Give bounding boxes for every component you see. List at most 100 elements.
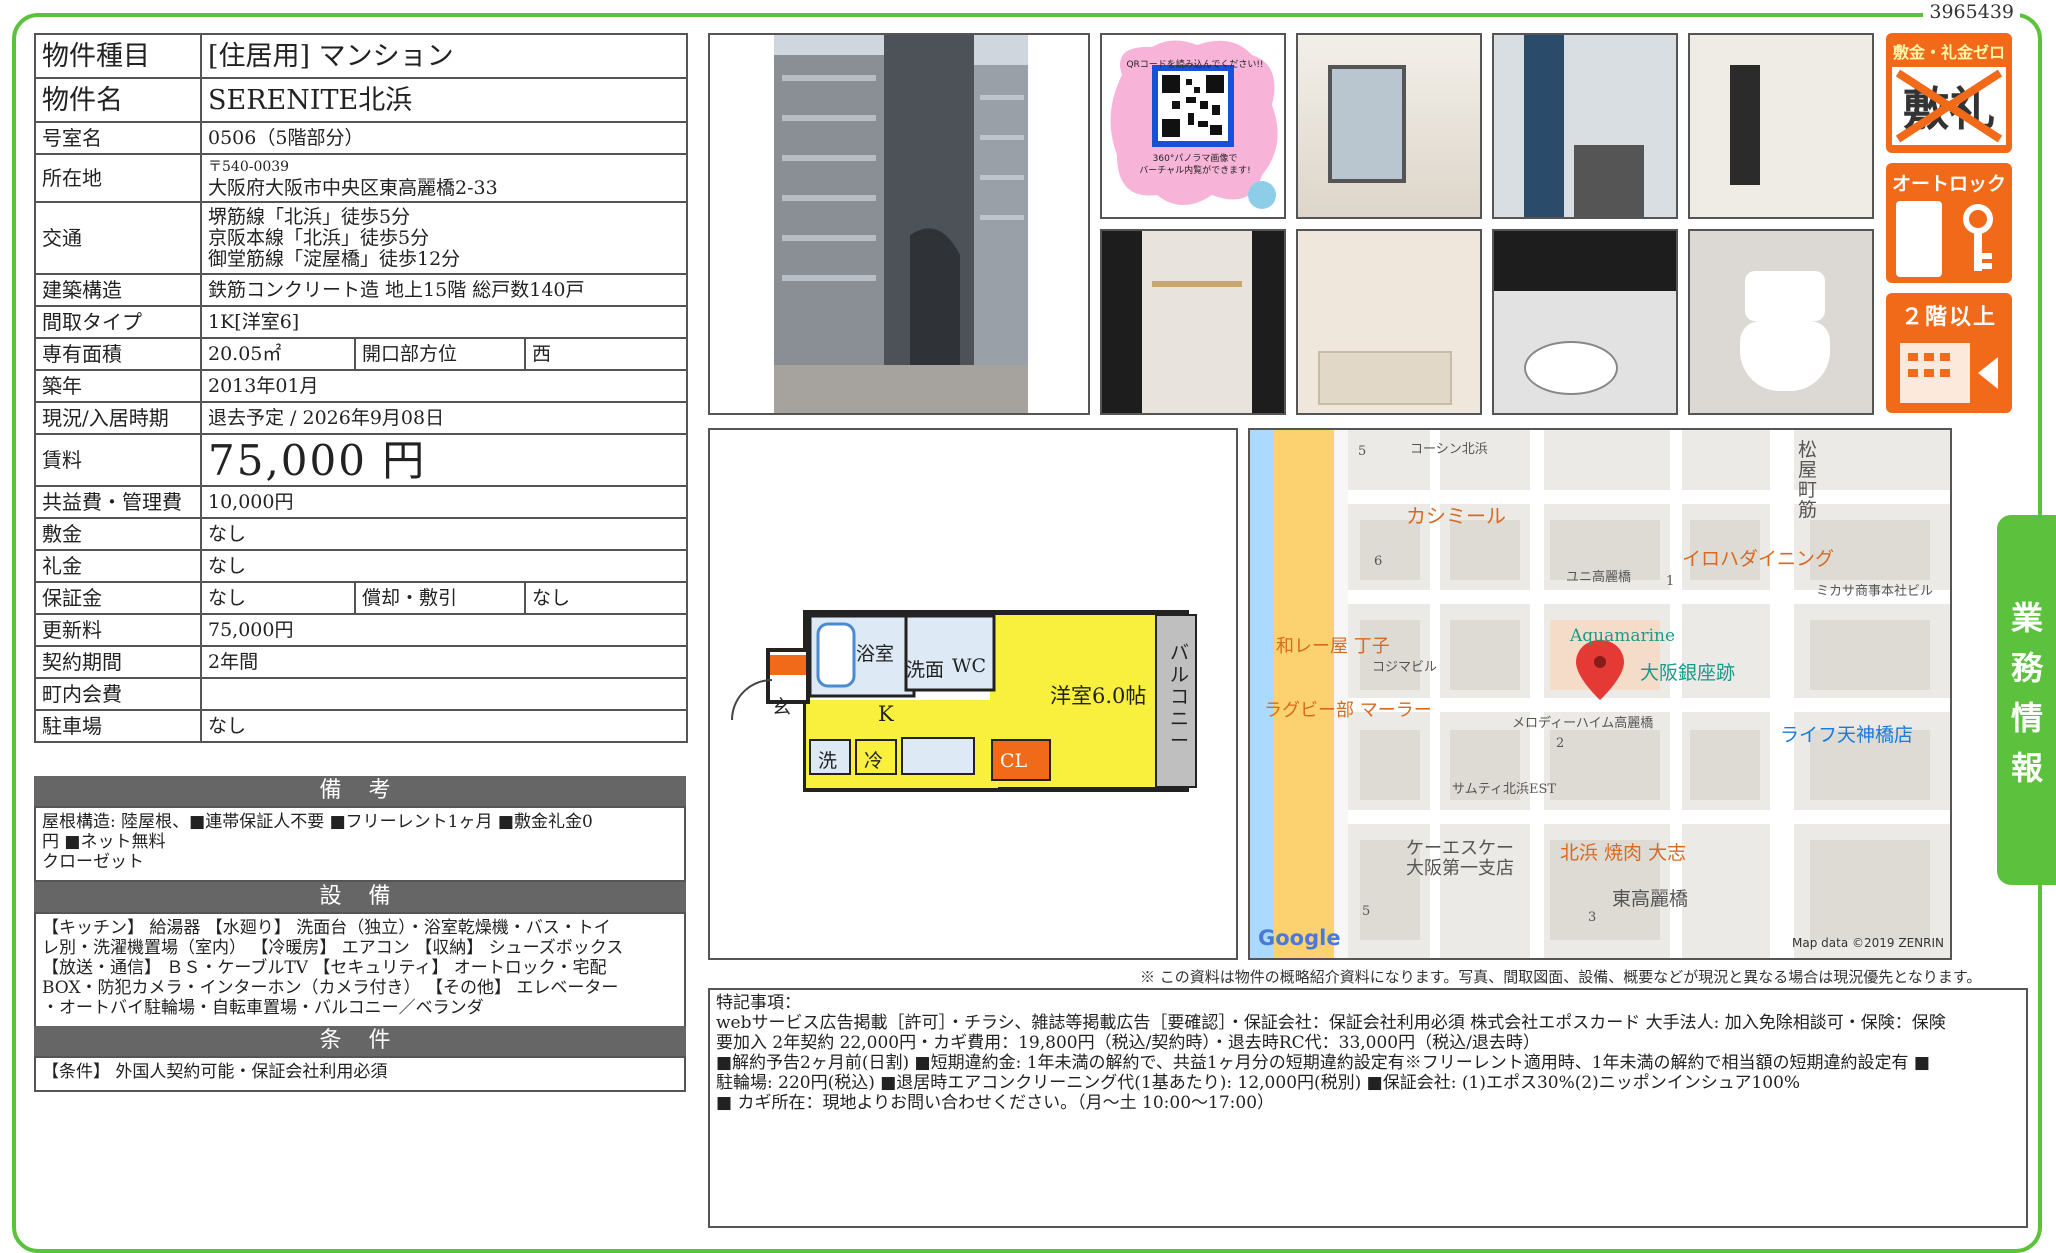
special-notes-line-3: ■解約予告2ヶ月前(日割) ■短期違約金: 1年未満の解約で、共益1ヶ月分の短期… (716, 1053, 1930, 1073)
map-label-ks2: 大阪第一支店 (1406, 858, 1514, 879)
status-value: 退去予定 / 2026年9月08日 (199, 401, 689, 435)
equipment-body: 【キッチン】 給湯器 【水廻り】 洗面台（独立）・浴室乾燥機・バス・トイ レ別・… (34, 912, 686, 1036)
status-label: 現況/入居時期 (34, 401, 202, 435)
plan-balcony: バルコニー (1170, 642, 1190, 752)
town-fee-value (199, 677, 689, 711)
interior-photo-closet[interactable] (1100, 229, 1286, 415)
interior-photo-washroom[interactable] (1492, 229, 1678, 415)
remarks-body: 屋根構造: 陸屋根、■連帯保証人不要 ■フリーレント1ヶ月 ■敷金礼金0 円 ■… (34, 806, 686, 882)
parking-label: 駐車場 (34, 709, 202, 743)
document-id: 3965439 (1923, 1, 2020, 23)
business-info-label: 業務情報 (2011, 599, 2044, 787)
map-num-1: 1 (1666, 574, 1675, 589)
traffic-line-1: 堺筋線「北浜」徒歩5分 (208, 205, 411, 228)
badge-floor-title: ２階以上 (1900, 305, 1997, 330)
business-info-tab[interactable]: 業務情報 (1997, 515, 2056, 885)
map-label-life: ライフ天神橋店 (1780, 724, 1914, 746)
badge-autolock-title: オートロック (1891, 173, 2006, 195)
renewal-value: 75,000円 (199, 613, 689, 647)
traffic-line-3: 御堂筋線「淀屋橋」徒歩12分 (208, 247, 461, 270)
name-label: 物件名 (34, 77, 202, 123)
guarantee-label: 保証金 (34, 581, 202, 615)
qr-caption-3: バーチャル内覧ができます! (1139, 166, 1251, 176)
special-notes: 特記事項： webサービス広告掲載［許可］・チラシ、雑誌等掲載広告［要確認］・保… (708, 988, 2028, 1228)
plan-laundry: 洗 (818, 750, 838, 772)
interior-photo-kitchen[interactable] (1492, 33, 1678, 219)
map-label-iroha: イロハダイニング (1682, 548, 1835, 570)
equipment-line-4: BOX・防犯カメラ・インターホン（カメラ付き） 【その他】 エレベーター (42, 978, 619, 998)
rent-label: 賃料 (34, 433, 202, 487)
layout-label: 間取タイプ (34, 305, 202, 339)
map-label-mikasa: ミカサ商事本社ビル (1816, 584, 1934, 599)
map-label-melody: メロディーハイム高麗橋 (1512, 716, 1654, 731)
key-money-label: 礼金 (34, 549, 202, 583)
interior-photo-entrance[interactable] (1688, 33, 1874, 219)
area-label: 専有面積 (34, 337, 202, 371)
direction-value: 西 (523, 337, 689, 371)
type-label: 物件種目 (34, 33, 202, 79)
structure-value: 鉄筋コンクリート造 地上15階 総戸数140戸 (199, 273, 689, 307)
map-label-wakare: 和レー屋 丁子 (1276, 636, 1390, 657)
plan-fridge: 冷 (864, 750, 884, 772)
qr-caption-1: QRコードを読み込んでください!! (1126, 60, 1264, 70)
interior-photo-toilet[interactable] (1688, 229, 1874, 415)
floor-plan: 浴室 洗面 WC K 玄 洗 冷 CL 洋室6.0帖 バルコニー (708, 428, 1238, 960)
amortization-value: なし (523, 581, 689, 615)
address-label: 所在地 (34, 153, 202, 203)
rent-value: 75,000 円 (199, 433, 689, 487)
room-value: 0506（5階部分） (199, 121, 689, 155)
address-value: 大阪府大阪市中央区東高麗橋2-33 (208, 177, 498, 199)
map-street-matsuyamachi: 松屋町筋 (1798, 439, 1818, 521)
special-notes-title: 特記事項： (716, 993, 801, 1013)
map-label-rugby: ラグビー部 マーラー (1264, 700, 1432, 721)
plan-wc: WC (952, 655, 987, 677)
address-cell: 〒540-0039 大阪府大阪市中央区東高麗橋2-33 (199, 153, 689, 203)
structure-label: 建築構造 (34, 273, 202, 307)
disclaimer: ※ この資料は物件の概略紹介資料になります。写真、間取図面、設備、概要などが現況… (1140, 968, 1982, 986)
area-value: 20.05㎡ (200, 337, 356, 371)
remarks-line-1: 屋根構造: 陸屋根、■連帯保証人不要 ■フリーレント1ヶ月 ■敷金礼金0 (42, 812, 593, 832)
special-notes-line-5: ■ カギ所在：現地よりお問い合わせください。（月～土 10:00～17:00） (716, 1093, 1275, 1113)
traffic-line-2: 京阪本線「北浜」徒歩5分 (208, 226, 430, 249)
key-money-value: なし (199, 549, 689, 583)
badge-autolock: オートロック (1886, 163, 2012, 283)
layout-value: 1K[洋室6] (199, 305, 689, 339)
fee-label: 共益費・管理費 (34, 485, 202, 519)
keypad-icon (1896, 201, 1942, 277)
term-label: 契約期間 (34, 645, 202, 679)
amortization-label: 償却・敷引 (354, 581, 526, 615)
map-label-kashimir: カシミール (1406, 504, 1506, 528)
key-icon (1956, 203, 2000, 277)
deposit-value: なし (199, 517, 689, 551)
plan-entrance: 玄 (772, 696, 792, 718)
fee-value: 10,000円 (199, 485, 689, 519)
map-label-yakiniku: 北浜 焼肉 大志 (1560, 842, 1687, 864)
location-map[interactable]: 松屋町筋 コーシン北浜 カシミール イロハダイニング ユニ高麗橋 ミカサ商事本社… (1248, 428, 1952, 960)
interior-photo-room[interactable] (1296, 33, 1482, 219)
property-spec-table: 物件種目 [住居用] マンション 物件名 SERENITE北浜 号室名 0506（5階… (34, 33, 689, 743)
map-label-kojima: コジマビル (1372, 660, 1438, 675)
name-value: SERENITE北浜 (199, 77, 689, 123)
interior-photo-bath[interactable] (1296, 229, 1482, 415)
panorama-qr-card[interactable]: QRコードを読み込んでください!! 360°パノラマ画像で バーチャル内覧ができ… (1100, 33, 1286, 219)
remarks-line-3: クローゼット (42, 852, 144, 872)
map-label-aquamarine: Aquamarine (1570, 626, 1676, 646)
term-value: 2年間 (199, 645, 689, 679)
room-label: 号室名 (34, 121, 202, 155)
plan-bath: 浴室 (856, 643, 895, 665)
special-notes-line-4: 駐輪場: 220円(税込) ■退居時エアコンクリーニング代(1基あたり): 12… (716, 1073, 1801, 1093)
remarks-line-2: 円 ■ネット無料 (42, 832, 166, 852)
built-value: 2013年01月 (199, 369, 689, 403)
special-notes-line-2: 要加入 2年契約 22,000円・カギ費用：19,800円（税込/契約時）・退去… (716, 1033, 1540, 1053)
deposit-label: 敷金 (34, 517, 202, 551)
type-value: [住居用] マンション (199, 33, 689, 79)
map-label-samty: サムティ北浜EST (1452, 782, 1557, 797)
equipment-header: 設 備 (34, 882, 686, 912)
equipment-line-1: 【キッチン】 給湯器 【水廻り】 洗面台（独立）・浴室乾燥機・バス・トイ (42, 918, 611, 938)
address-zip: 〒540-0039 (208, 159, 290, 175)
badge-second-floor: ２階以上 (1886, 293, 2012, 413)
map-num-3: 3 (1588, 910, 1597, 925)
special-notes-line-1: webサービス広告掲載［許可］・チラシ、雑誌等掲載広告［要確認］・保証会社：保証… (716, 1013, 1946, 1033)
map-num-5b: 5 (1362, 904, 1371, 919)
parking-value: なし (199, 709, 689, 743)
